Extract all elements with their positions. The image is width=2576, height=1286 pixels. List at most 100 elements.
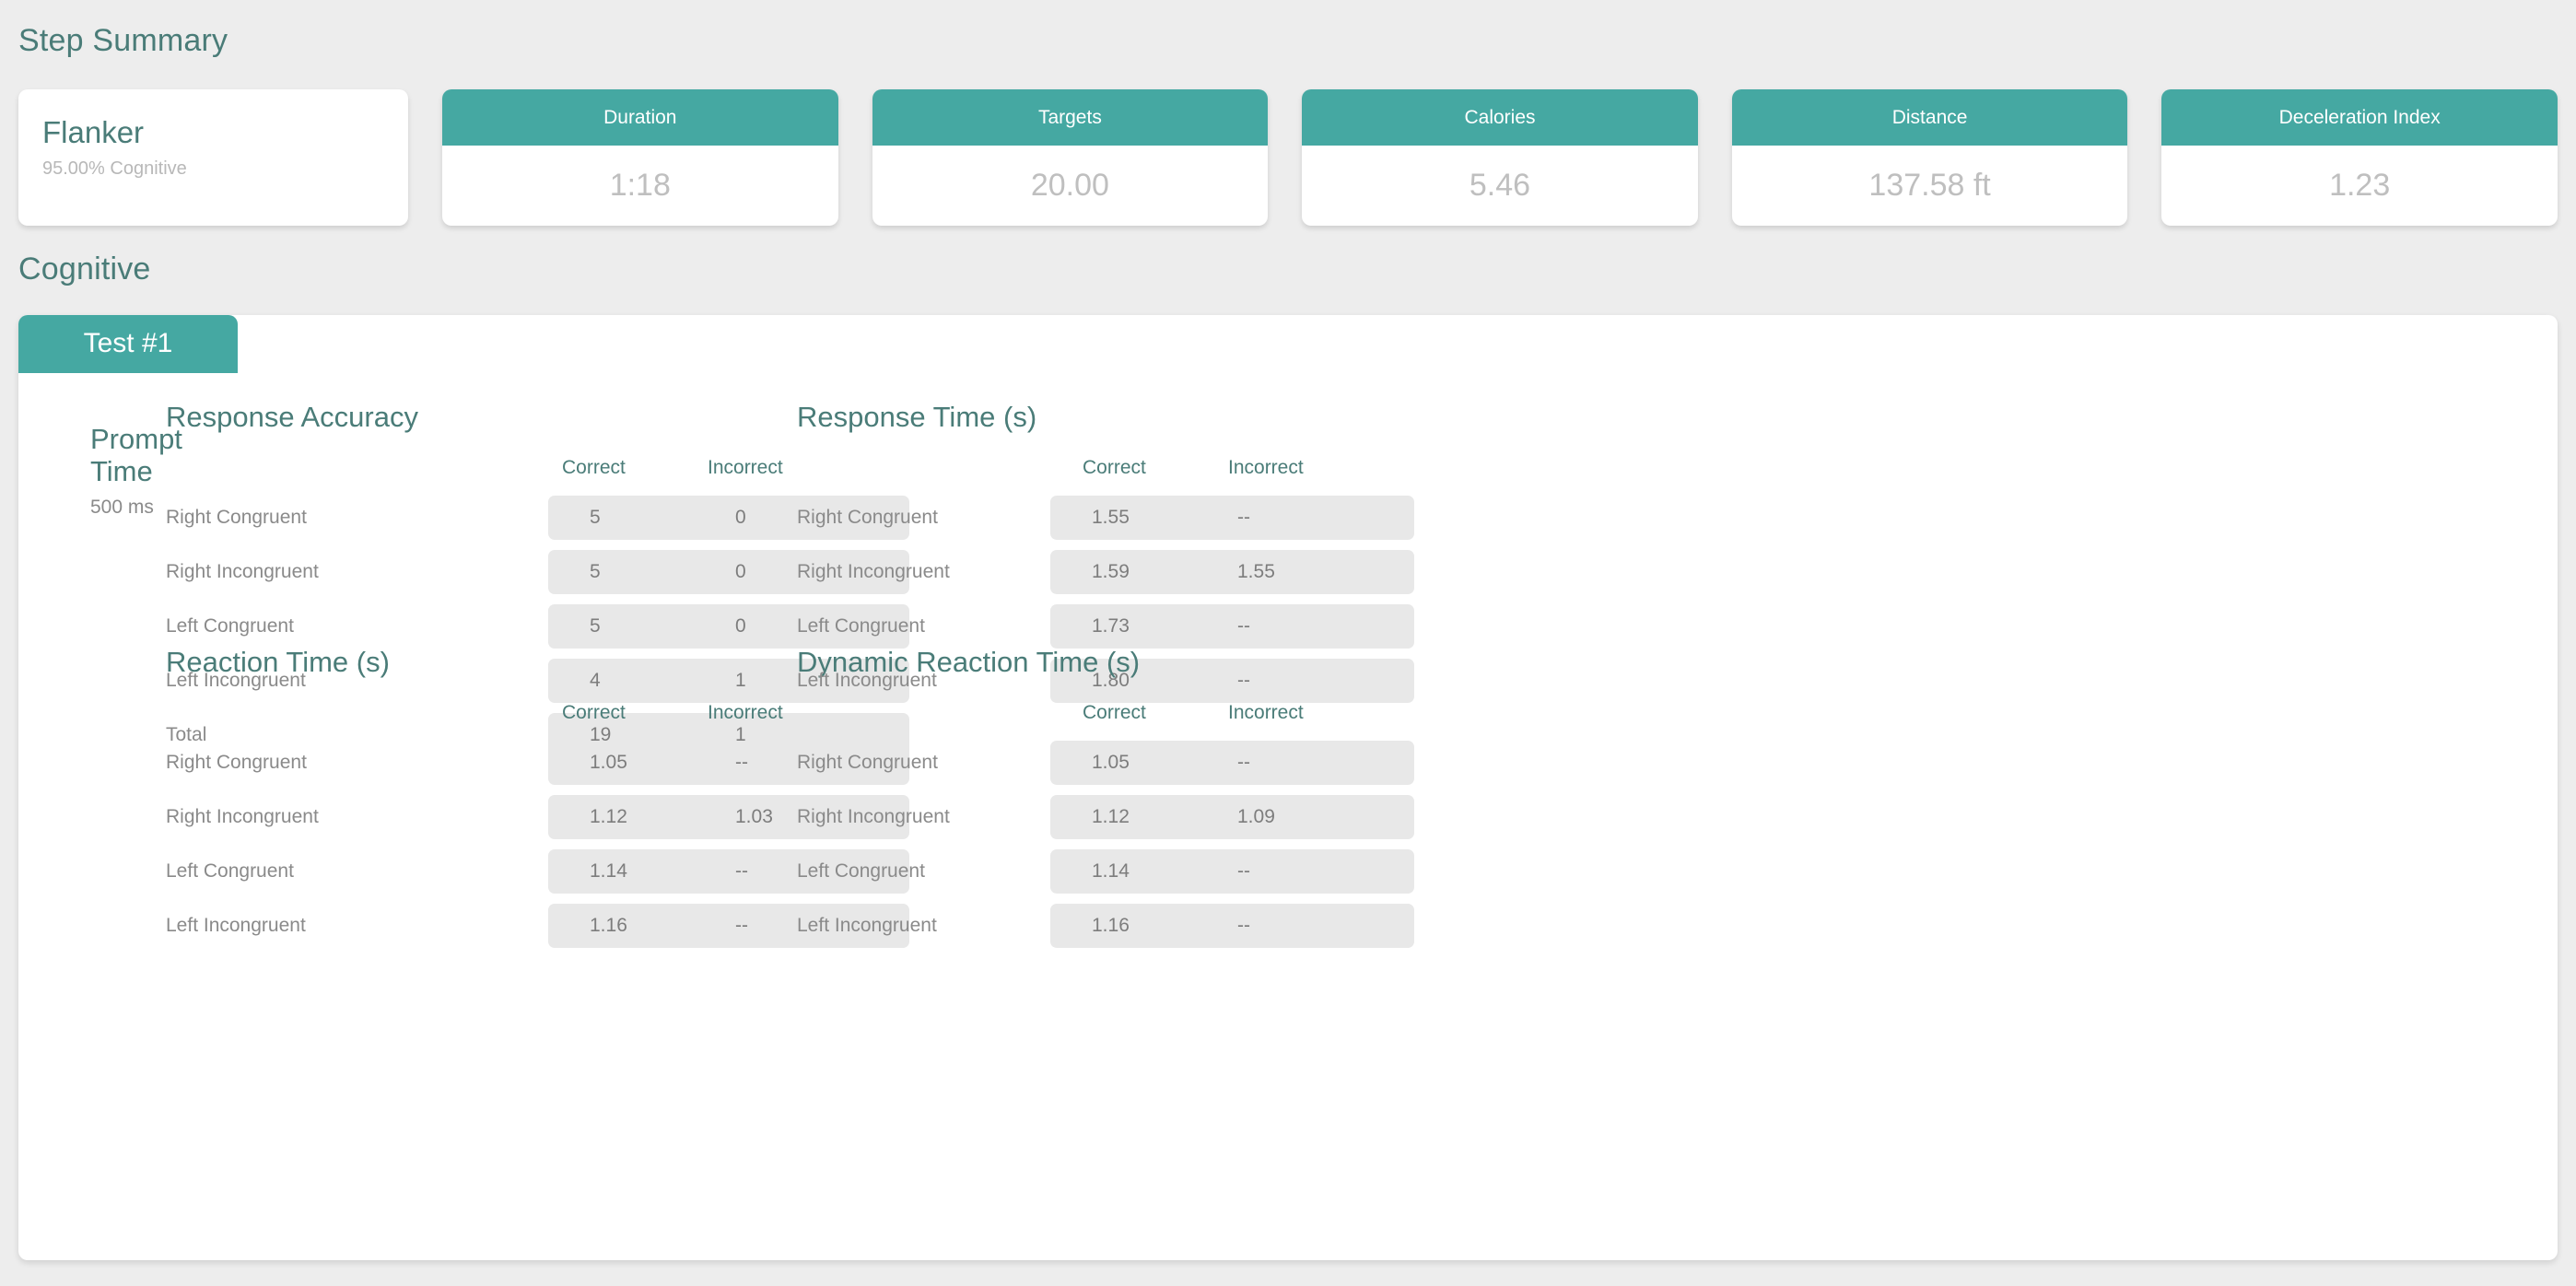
row-bar: 1.05 -- — [1050, 741, 1414, 785]
metric-dynamic-reaction-time: Dynamic Reaction Time (s) Correct Incorr… — [797, 646, 1414, 958]
table-row: Right Incongruent 1.59 1.55 — [797, 550, 1414, 594]
activity-name: Flanker — [42, 115, 145, 149]
cell-incorrect: -- — [735, 860, 748, 882]
cell-incorrect: 1.55 — [1237, 561, 1275, 582]
table-row: Left Congruent 1.14 -- — [797, 849, 1414, 894]
stat-label: Targets — [872, 89, 1269, 146]
row-label: Right Congruent — [166, 752, 307, 773]
table-row: Right Incongruent 5 0 — [166, 550, 909, 594]
table-row: Right Congruent 1.05 -- — [797, 741, 1414, 785]
table-row: Right Congruent 1.05 -- — [166, 741, 909, 785]
cell-correct: 5 — [590, 507, 601, 528]
metric-reaction-time: Reaction Time (s) Correct Incorrect Righ… — [166, 646, 909, 958]
row-label: Left Congruent — [797, 615, 925, 637]
row-bar: 1.59 1.55 — [1050, 550, 1414, 594]
activity-card: Flanker 95.00% Cognitive — [18, 89, 408, 226]
table-row: Right Incongruent 1.12 1.03 — [166, 795, 909, 839]
metric-grid: Correct Incorrect Right Congruent 1.05 -… — [166, 702, 909, 948]
test-tab-bar: Test #1 — [18, 315, 238, 373]
cell-correct: 1.14 — [1092, 860, 1130, 882]
table-row: Left Incongruent 1.16 -- — [797, 904, 1414, 948]
stat-card-distance: Distance 137.58 ft — [1731, 89, 2128, 226]
row-label: Total — [166, 724, 207, 745]
column-header-incorrect: Incorrect — [1228, 702, 1304, 723]
row-bar: 1.55 -- — [1050, 496, 1414, 540]
stat-card-targets: Targets 20.00 — [872, 89, 1269, 226]
row-bar: 1.12 1.09 — [1050, 795, 1414, 839]
stat-label: Deceleration Index — [2161, 89, 2558, 146]
cell-incorrect: -- — [1237, 915, 1250, 936]
step-summary-page: Step Summary Flanker 95.00% Cognitive Du… — [0, 0, 2576, 1286]
row-label: Left Incongruent — [166, 915, 306, 936]
cell-incorrect: 0 — [735, 615, 746, 637]
stat-label: Calories — [1302, 89, 1698, 146]
cell-incorrect: -- — [735, 752, 748, 773]
prompt-time-label-line2: Time — [90, 454, 153, 487]
cell-correct: 1.16 — [1092, 915, 1130, 936]
row-label: Right Incongruent — [797, 561, 950, 582]
stat-label: Distance — [1731, 89, 2128, 146]
row-bar: 1.14 -- — [1050, 849, 1414, 894]
column-header-incorrect: Incorrect — [708, 702, 783, 723]
row-label: Left Congruent — [797, 860, 925, 882]
column-header-incorrect: Incorrect — [1228, 457, 1304, 478]
column-headers: Correct Incorrect — [797, 457, 1304, 490]
column-headers: Correct Incorrect — [797, 702, 1304, 735]
cell-correct: 1.12 — [1092, 806, 1130, 827]
cell-incorrect: 0 — [735, 561, 746, 582]
column-header-correct: Correct — [1083, 457, 1146, 478]
cognitive-panel: Test #1 Prompt Time 500 ms Response Accu… — [18, 315, 2558, 1260]
table-row: Left Congruent 5 0 — [166, 604, 909, 649]
column-header-correct: Correct — [562, 457, 626, 478]
cell-correct: 5 — [590, 615, 601, 637]
row-label: Left Congruent — [166, 860, 294, 882]
cell-correct: 1.12 — [590, 806, 627, 827]
table-row: Right Congruent 5 0 — [166, 496, 909, 540]
stat-value: 1:18 — [609, 168, 671, 203]
row-label: Left Incongruent — [797, 915, 937, 936]
column-header-incorrect: Incorrect — [708, 457, 783, 478]
summary-cards-row: Flanker 95.00% Cognitive Duration 1:18 T… — [18, 89, 2558, 226]
row-label: Right Incongruent — [166, 806, 319, 827]
metric-rows: Right Congruent 1.05 -- Right Incongruen… — [166, 741, 909, 948]
cell-correct: 1.59 — [1092, 561, 1130, 582]
cell-correct: 1.16 — [590, 915, 627, 936]
metric-rows: Right Congruent 1.05 -- Right Incongruen… — [797, 741, 1414, 948]
table-row: Left Congruent 1.73 -- — [797, 604, 1414, 649]
cell-correct: 1.14 — [590, 860, 627, 882]
row-label: Left Incongruent — [166, 670, 306, 691]
cell-incorrect: -- — [1237, 615, 1250, 637]
cell-incorrect: -- — [1237, 507, 1250, 528]
cell-correct: 1.55 — [1092, 507, 1130, 528]
stat-value: 1.23 — [2329, 168, 2391, 203]
stat-card-calories: Calories 5.46 — [1302, 89, 1698, 226]
column-header-correct: Correct — [1083, 702, 1146, 723]
cell-correct: 1.05 — [1092, 752, 1130, 773]
stat-card-duration: Duration 1:18 — [442, 89, 838, 226]
row-label: Right Incongruent — [797, 806, 950, 827]
cognitive-section-title: Cognitive — [18, 251, 151, 286]
row-bar: 1.73 -- — [1050, 604, 1414, 649]
row-label: Left Congruent — [166, 615, 294, 637]
page-title: Step Summary — [18, 23, 228, 58]
cell-incorrect: 0 — [735, 507, 746, 528]
row-label: Right Congruent — [797, 507, 938, 528]
cell-incorrect: 1.09 — [1237, 806, 1275, 827]
table-row: Right Incongruent 1.12 1.09 — [797, 795, 1414, 839]
cell-correct: 1.73 — [1092, 615, 1130, 637]
metric-title: Response Time (s) — [797, 401, 1037, 433]
stat-value: 137.58 ft — [1868, 168, 1991, 203]
cell-correct: 5 — [590, 561, 601, 582]
row-label: Right Incongruent — [166, 561, 319, 582]
column-headers: Correct Incorrect — [166, 702, 783, 735]
stat-value: 5.46 — [1469, 168, 1531, 203]
table-row: Right Congruent 1.55 -- — [797, 496, 1414, 540]
cell-incorrect: -- — [1237, 752, 1250, 773]
cell-incorrect: 1.03 — [735, 806, 773, 827]
tab-test-1[interactable]: Test #1 — [18, 315, 238, 373]
metric-title: Response Accuracy — [166, 401, 418, 433]
stat-label: Duration — [442, 89, 838, 146]
cell-correct: 1.05 — [590, 752, 627, 773]
row-label: Right Congruent — [797, 752, 938, 773]
activity-subtitle: 95.00% Cognitive — [42, 158, 187, 179]
